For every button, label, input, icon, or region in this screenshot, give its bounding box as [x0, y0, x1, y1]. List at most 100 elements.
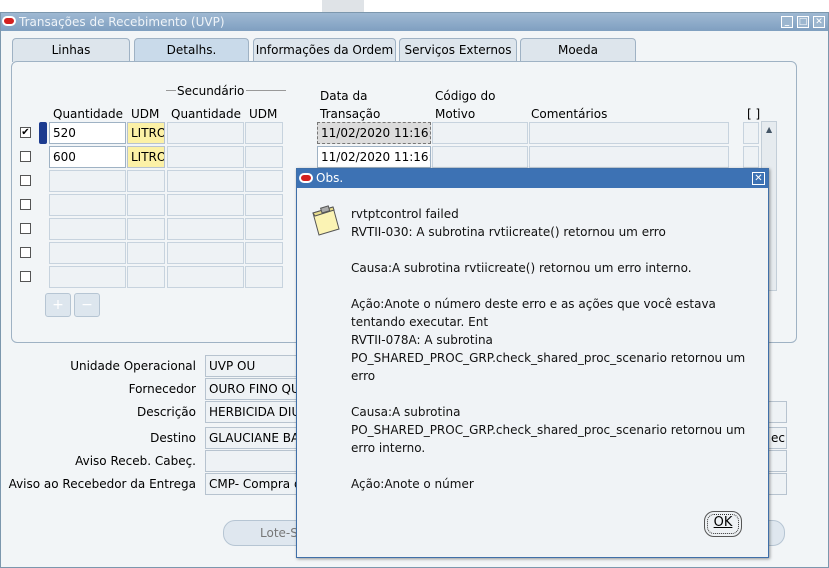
uom-cell[interactable]: [127, 170, 165, 192]
uom-cell[interactable]: [127, 194, 165, 216]
uom-cell[interactable]: [127, 242, 165, 264]
scroll-up-icon[interactable]: ▲: [766, 125, 772, 134]
dialog-message-line: RVTII-078A: A subrotina: [351, 333, 493, 347]
secondary-uom-cell[interactable]: [245, 170, 283, 192]
minimize-icon[interactable]: _: [781, 16, 793, 28]
dialog-message-line: erro: [351, 369, 376, 383]
reason-code-cell[interactable]: [432, 146, 528, 168]
tab-detalhs[interactable]: Detalhs.: [134, 38, 249, 63]
secondary-header-line-right: [246, 90, 286, 91]
quantity-cell[interactable]: [49, 266, 126, 288]
secondary-uom-header: UDM: [249, 107, 278, 121]
comments-header: Comentários: [531, 107, 608, 121]
field-label: Unidade Operacional: [70, 359, 196, 373]
secondary-uom-cell[interactable]: [245, 266, 283, 288]
tab-moeda[interactable]: Moeda: [520, 38, 636, 62]
field-value[interactable]: CMP- Compra d: [205, 473, 301, 495]
dialog-title-bar[interactable]: Obs. ✕: [297, 169, 768, 188]
reason-code-cell[interactable]: [432, 122, 528, 144]
row-checkbox[interactable]: [20, 271, 31, 282]
field-value[interactable]: OURO FINO QU: [205, 378, 301, 400]
ok-button[interactable]: OK: [704, 511, 742, 537]
comments-cell[interactable]: [529, 122, 729, 144]
secondary-group-header: Secundário: [177, 84, 245, 98]
current-row-indicator: [39, 122, 47, 144]
secondary-uom-cell[interactable]: [245, 146, 283, 168]
field-label: Aviso ao Recebedor da Entrega: [8, 477, 196, 491]
dialog-message-line: PO_SHARED_PROC_GRP.check_shared_proc_sce…: [351, 423, 746, 437]
dialog-message-line: Causa:A subrotina: [351, 405, 461, 419]
maximize-icon[interactable]: □: [797, 16, 809, 28]
field-value[interactable]: GLAUCIANE BA: [205, 427, 301, 449]
reason-code-header-line1: Código do: [435, 89, 496, 103]
dialog-close-icon[interactable]: ✕: [752, 172, 765, 185]
right-field-4[interactable]: [767, 473, 787, 495]
field-label: Descrição: [136, 405, 196, 419]
dialog-message-line: Causa:A subrotina rvtiicreate() retornou…: [351, 261, 692, 275]
reason-code-header-line2: Motivo: [435, 107, 476, 121]
secondary-quantity-cell[interactable]: [167, 146, 244, 168]
transaction-date-cell[interactable]: 11/02/2020 11:16:41: [317, 146, 431, 168]
dialog-message-line: tentando executar. Ent: [351, 315, 489, 329]
secondary-quantity-cell[interactable]: [167, 218, 244, 240]
secondary-header-line-left: [166, 90, 176, 91]
transaction-date-cell[interactable]: 11/02/2020 11:16:41: [317, 122, 431, 144]
dialog-message-line: RVTII-030: A subrotina rvtiicreate() ret…: [351, 225, 666, 239]
secondary-uom-cell[interactable]: [245, 242, 283, 264]
flexfield-header: [ ]: [747, 107, 761, 121]
window-title-bar[interactable]: Transações de Recebimento (UVP) _ □ ✕: [1, 13, 828, 31]
secondary-quantity-cell[interactable]: [167, 242, 244, 264]
quantity-cell[interactable]: 520: [49, 122, 126, 144]
quantity-cell[interactable]: [49, 242, 126, 264]
row-checkbox[interactable]: [20, 175, 31, 186]
quantity-cell[interactable]: 600: [49, 146, 126, 168]
flexfield-cell[interactable]: [743, 146, 759, 168]
add-row-button[interactable]: +: [45, 293, 71, 317]
tab-linhas[interactable]: Linhas: [12, 38, 130, 62]
secondary-quantity-cell[interactable]: [167, 170, 244, 192]
right-field-2[interactable]: ec: [767, 427, 787, 449]
tab-informacoes-ordem[interactable]: Informações da Ordem: [253, 38, 396, 62]
uom-cell[interactable]: [127, 218, 165, 240]
uom-cell[interactable]: LITRO: [127, 122, 165, 144]
secondary-quantity-cell[interactable]: [167, 194, 244, 216]
remove-row-button[interactable]: −: [74, 293, 100, 317]
transaction-date-header-line1: Data da: [320, 89, 368, 103]
quantity-cell[interactable]: [49, 170, 126, 192]
field-value[interactable]: HERBICIDA DIU: [205, 401, 301, 423]
quantity-cell[interactable]: [49, 218, 126, 240]
row-checkbox[interactable]: [20, 223, 31, 234]
secondary-uom-cell[interactable]: [245, 122, 283, 144]
field-value[interactable]: UVP OU: [205, 355, 301, 377]
close-icon[interactable]: ✕: [813, 16, 825, 28]
lot-serial-button-label: Lote-S: [260, 526, 298, 540]
oracle-logo-icon: [2, 16, 16, 26]
top-background-strip: [322, 0, 364, 12]
secondary-quantity-header: Quantidade: [171, 107, 242, 121]
field-value[interactable]: [205, 450, 301, 472]
tab-servicos-externos[interactable]: Serviços Externos: [399, 38, 517, 62]
field-label: Destino: [150, 431, 196, 445]
secondary-uom-cell[interactable]: [245, 218, 283, 240]
flexfield-cell[interactable]: [743, 122, 759, 144]
row-checkbox[interactable]: [20, 247, 31, 258]
row-checkbox[interactable]: [20, 151, 31, 162]
quantity-header: Quantidade: [53, 107, 124, 121]
uom-cell[interactable]: LITRO: [127, 146, 165, 168]
secondary-quantity-cell[interactable]: [167, 266, 244, 288]
comments-cell[interactable]: [529, 146, 729, 168]
uom-cell[interactable]: [127, 266, 165, 288]
secondary-quantity-cell[interactable]: [167, 122, 244, 144]
dialog-message-line: PO_SHARED_PROC_GRP.check_shared_proc_sce…: [351, 351, 746, 365]
row-checkbox[interactable]: ✔: [20, 127, 31, 138]
dialog-message-line: rvtptcontrol failed: [351, 207, 459, 221]
secondary-uom-cell[interactable]: [245, 194, 283, 216]
right-field-1[interactable]: [767, 401, 787, 423]
dialog-message-line: erro interno.: [351, 441, 426, 455]
quantity-cell[interactable]: [49, 194, 126, 216]
field-label: Aviso Receb. Cabeç.: [75, 454, 196, 468]
note-dialog: Obs. ✕ OK rvtptcontrol failed RVTII-030: …: [296, 168, 769, 558]
row-checkbox[interactable]: [20, 199, 31, 210]
right-field-3[interactable]: [767, 450, 787, 472]
dialog-message-line: Ação:Anote o número deste erro e as açõe…: [351, 297, 716, 311]
